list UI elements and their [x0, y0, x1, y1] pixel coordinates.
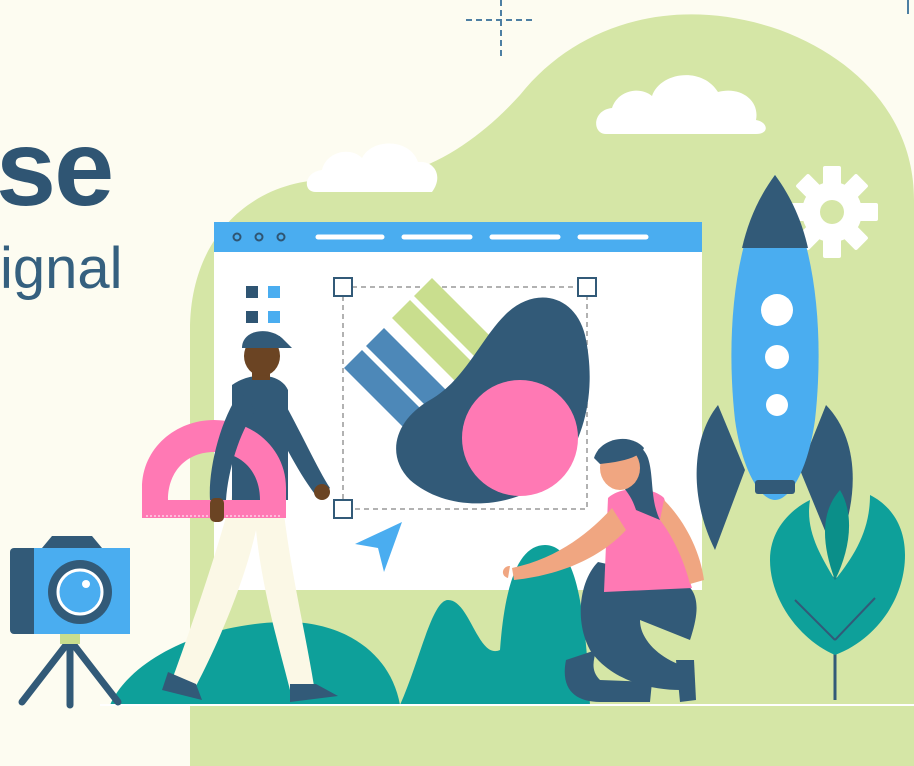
cloud	[306, 143, 438, 192]
crosshair-mark	[466, 0, 536, 58]
illustration	[10, 0, 914, 766]
camera-icon	[10, 536, 130, 709]
pink-circle	[462, 380, 578, 496]
